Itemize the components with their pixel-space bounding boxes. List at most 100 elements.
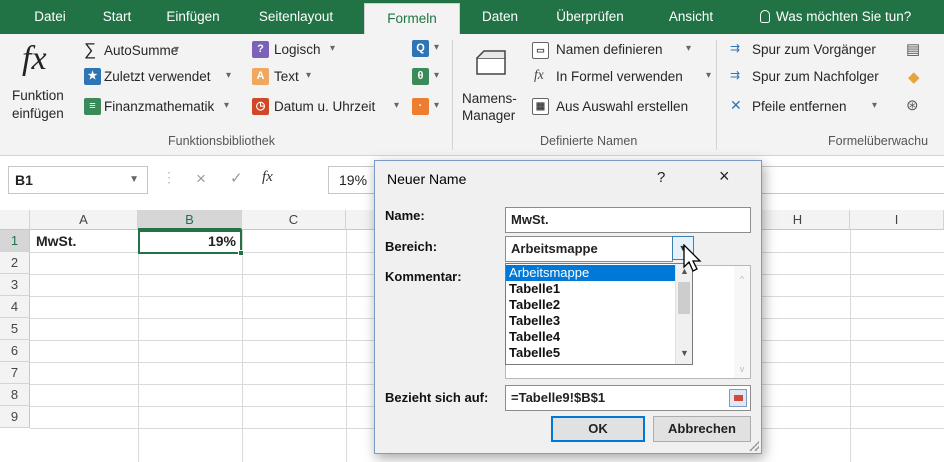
row-header-3[interactable]: 3: [0, 274, 30, 296]
column-header-a[interactable]: A: [30, 210, 138, 230]
scope-option-tabelle2[interactable]: Tabelle2: [506, 297, 676, 313]
row-header-4[interactable]: 4: [0, 296, 30, 318]
math-trig-icon[interactable]: θ: [412, 68, 429, 85]
row-header-5[interactable]: 5: [0, 318, 30, 340]
autosum-label: AutoSumme: [104, 43, 179, 58]
trace-dependents-icon: ⇉: [730, 68, 741, 82]
scrollbar-thumb[interactable]: [678, 282, 690, 314]
refers-to-input[interactable]: =Tabelle9!$B$1: [505, 385, 751, 411]
insert-function-label-2: einfügen: [12, 106, 64, 121]
chevron-down-icon: ▾: [224, 100, 230, 111]
resize-grip-icon[interactable]: [749, 441, 759, 451]
cancel-icon[interactable]: ×: [196, 169, 206, 189]
gridline: [850, 230, 851, 462]
logical-label: Logisch: [274, 42, 321, 57]
chevron-down-icon: ▾: [686, 43, 692, 54]
row-header-8[interactable]: 8: [0, 384, 30, 406]
chevron-down-icon: ▾: [174, 44, 180, 55]
ribbon-separator: [452, 40, 453, 150]
row-header-6[interactable]: 6: [0, 340, 30, 362]
chevron-down-icon: ▾: [872, 100, 878, 111]
chevron-down-icon: ▼: [129, 174, 139, 185]
define-name-label: Namen definieren: [556, 42, 663, 57]
evaluate-formula-icon[interactable]: ⊛: [906, 96, 919, 114]
date-time-label: Datum u. Uhrzeit: [274, 99, 376, 114]
name-label: Name:: [385, 208, 425, 223]
chevron-up-icon: ^: [739, 274, 745, 284]
error-checking-icon[interactable]: ◆: [908, 68, 920, 86]
refers-to-label: Bezieht sich auf:: [385, 390, 489, 405]
ribbon-formeln: fx Funktion einfügen ∑ AutoSumme ▾ ★ Zul…: [0, 34, 944, 156]
scope-label: Bereich:: [385, 239, 438, 254]
comment-scrollbar[interactable]: ^ v: [734, 266, 750, 378]
fill-handle[interactable]: [238, 250, 244, 256]
sigma-icon: ∑: [84, 40, 97, 59]
row-header-9[interactable]: 9: [0, 406, 30, 428]
gridline: [138, 230, 139, 462]
insert-function-icon[interactable]: fx: [262, 169, 273, 186]
clock-icon: ◷: [252, 98, 269, 115]
divider-dots-icon: ⋮: [162, 169, 176, 185]
tab-einfuegen[interactable]: Einfügen: [158, 0, 228, 34]
column-header-c[interactable]: C: [242, 210, 346, 230]
close-icon[interactable]: ×: [719, 166, 730, 187]
trace-precedents-label: Spur zum Vorgänger: [752, 42, 876, 57]
define-name-icon: ▭: [532, 42, 549, 59]
scope-option-tabelle1[interactable]: Tabelle1: [506, 281, 676, 297]
row-header-2[interactable]: 2: [0, 252, 30, 274]
select-all-corner[interactable]: [0, 210, 30, 230]
scope-option-tabelle3[interactable]: Tabelle3: [506, 313, 676, 329]
chevron-down-icon: ▾: [330, 43, 336, 54]
group-label-function-library: Funktionsbibliothek: [168, 134, 276, 148]
group-label-formula-auditing: Formelüberwachu: [828, 134, 929, 148]
dropdown-scrollbar[interactable]: ▲ ▼: [675, 264, 692, 364]
cancel-button[interactable]: Abbrechen: [653, 416, 751, 442]
help-button[interactable]: ?: [657, 169, 665, 186]
scope-option-tabelle5[interactable]: Tabelle5: [506, 345, 676, 361]
financial-label: Finanzmathematik: [104, 99, 215, 114]
cell-a1[interactable]: MwSt.: [32, 230, 136, 252]
tab-seitenlayout[interactable]: Seitenlayout: [246, 0, 346, 34]
trace-dependents-label: Spur zum Nachfolger: [752, 69, 879, 84]
chevron-down-icon: ▾: [394, 100, 400, 111]
fx-small-icon: fx: [534, 67, 544, 82]
ok-button[interactable]: OK: [551, 416, 645, 442]
tab-datei[interactable]: Datei: [24, 0, 76, 34]
name-manager-label-2: Manager: [462, 108, 516, 123]
name-input[interactable]: MwSt.: [505, 207, 751, 233]
tab-daten[interactable]: Daten: [472, 0, 528, 34]
financial-book-icon: ≡: [84, 98, 101, 115]
tab-ueberpruefen[interactable]: Überprüfen: [544, 0, 636, 34]
lookup-reference-icon[interactable]: Q: [412, 40, 429, 57]
tab-formeln[interactable]: Formeln: [364, 3, 460, 34]
tell-me-search[interactable]: Was möchten Sie tun?: [760, 0, 911, 34]
scope-option-tabelle4[interactable]: Tabelle4: [506, 329, 676, 345]
collapse-dialog-icon[interactable]: [729, 389, 747, 407]
show-formulas-icon[interactable]: ▤: [906, 40, 920, 58]
mouse-pointer-icon: [683, 244, 702, 272]
name-box[interactable]: B1 ▼: [8, 166, 148, 194]
insert-function-label-1: Funktion: [12, 88, 64, 103]
scope-option-arbeitsmappe[interactable]: Arbeitsmappe: [506, 265, 676, 281]
text-icon: A: [252, 68, 269, 85]
enter-icon[interactable]: ✓: [230, 169, 243, 187]
ribbon-separator: [716, 40, 717, 150]
remove-arrows-label: Pfeile entfernen: [752, 99, 847, 114]
chevron-down-icon: v: [739, 364, 745, 374]
name-box-value: B1: [15, 172, 33, 188]
column-header-i[interactable]: I: [850, 210, 944, 230]
tab-ansicht[interactable]: Ansicht: [656, 0, 726, 34]
row-header-1[interactable]: 1: [0, 230, 30, 252]
scope-select[interactable]: Arbeitsmappe: [505, 236, 673, 262]
chevron-down-icon[interactable]: ▼: [676, 348, 693, 358]
tab-start[interactable]: Start: [92, 0, 142, 34]
formula-value: 19%: [339, 172, 368, 188]
name-manager-icon: [476, 50, 506, 75]
row-header-7[interactable]: 7: [0, 362, 30, 384]
refers-to-value: =Tabelle9!$B$1: [511, 390, 606, 405]
gridline: [242, 230, 243, 462]
trace-precedents-icon: ⇉: [730, 41, 741, 55]
create-from-selection-label: Aus Auswahl erstellen: [556, 99, 689, 114]
column-header-b[interactable]: B: [138, 210, 242, 230]
more-functions-icon[interactable]: ·: [412, 98, 429, 115]
